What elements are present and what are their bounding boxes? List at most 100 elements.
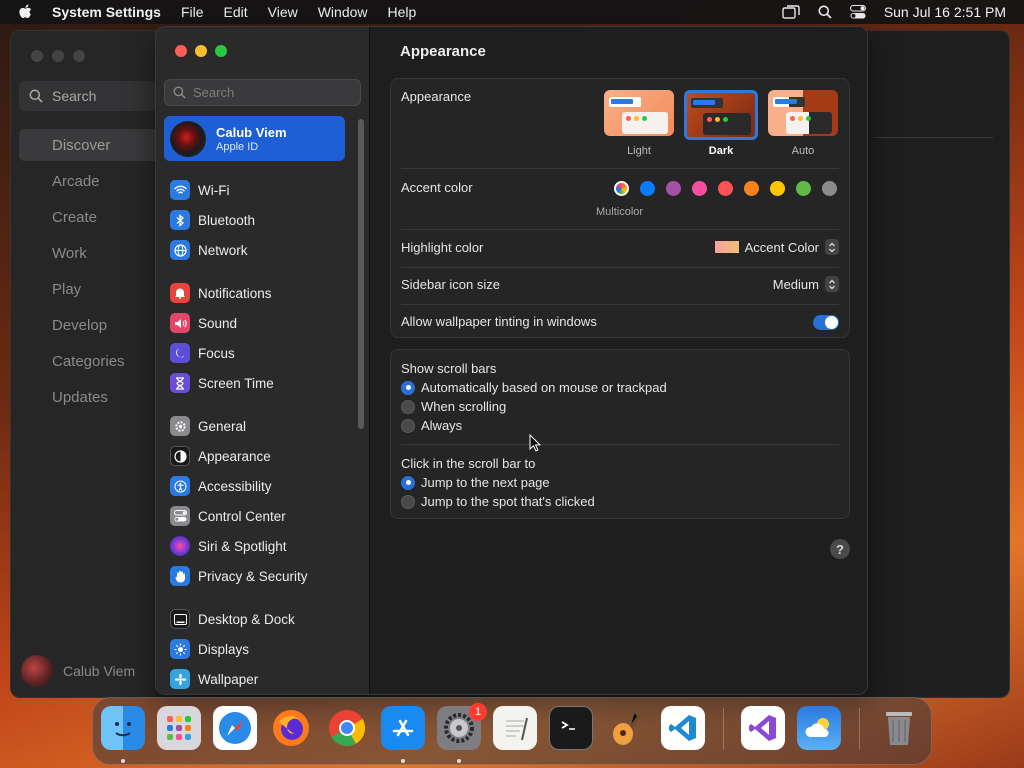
sidebar-icon-size-popup[interactable]: Medium <box>773 276 839 292</box>
appearance-dark-caption: Dark <box>708 145 734 157</box>
trash-icon[interactable] <box>877 706 921 750</box>
click-spot-radio[interactable]: Jump to the spot that's clicked <box>401 494 595 509</box>
sidebar-item-control-center[interactable]: Control Center <box>170 504 286 528</box>
divider <box>401 304 839 305</box>
control-center-icon[interactable] <box>849 5 866 19</box>
sidebar-item-general[interactable]: General <box>170 414 246 438</box>
menu-view[interactable]: View <box>268 4 298 20</box>
accent-pink-swatch[interactable] <box>692 181 707 196</box>
bg-search-field[interactable]: Search <box>19 81 169 111</box>
sidebar-item-focus[interactable]: Focus <box>170 341 235 365</box>
sidebar-item-label: Notifications <box>198 285 272 301</box>
appearance-group: Appearance Light Dark Auto Accent color … <box>390 78 850 338</box>
zoom-button[interactable] <box>215 45 227 57</box>
bg-account[interactable]: Calub Viem <box>21 655 135 687</box>
click-next-page-radio[interactable]: Jump to the next page <box>401 475 550 490</box>
sidebar-item-wifi[interactable]: Wi-Fi <box>170 178 229 202</box>
screen-mirroring-icon[interactable] <box>782 5 800 19</box>
terminal-icon[interactable] <box>549 706 593 750</box>
visual-studio-icon[interactable] <box>741 706 785 750</box>
bg-nav-updates[interactable]: Updates <box>52 389 108 406</box>
accent-blue-swatch[interactable] <box>640 181 655 196</box>
accent-yellow-swatch[interactable] <box>770 181 785 196</box>
scroll-when-scrolling-radio[interactable]: When scrolling <box>401 399 506 414</box>
bg-nav-arcade[interactable]: Arcade <box>52 173 100 190</box>
safari-icon[interactable] <box>213 706 257 750</box>
account-name: Calub Viem <box>216 124 287 140</box>
finder-icon[interactable] <box>101 706 145 750</box>
sidebar-item-bluetooth[interactable]: Bluetooth <box>170 208 255 232</box>
settings-sidebar: Search Calub Viem Apple ID Wi-Fi Bluetoo… <box>156 27 370 694</box>
bg-divider <box>873 137 993 138</box>
menu-clock[interactable]: Sun Jul 16 2:51 PM <box>884 4 1006 20</box>
highlight-color-popup[interactable]: Accent Color <box>714 239 839 255</box>
accent-graphite-swatch[interactable] <box>822 181 837 196</box>
sidebar-item-notifications[interactable]: Notifications <box>170 281 272 305</box>
show-scroll-bars-title: Show scroll bars <box>401 361 497 376</box>
highlight-color-value: Accent Color <box>744 239 819 255</box>
menu-edit[interactable]: Edit <box>224 4 248 20</box>
minimize-button[interactable] <box>195 45 207 57</box>
sidebar-item-label: Accessibility <box>198 478 272 494</box>
textedit-icon[interactable] <box>493 706 537 750</box>
menu-file[interactable]: File <box>181 4 204 20</box>
chrome-icon[interactable] <box>325 706 369 750</box>
radio-label: Jump to the spot that's clicked <box>421 494 595 509</box>
appearance-auto-option[interactable] <box>768 90 838 136</box>
sidebar-item-siri-spotlight[interactable]: Siri & Spotlight <box>170 534 287 558</box>
hourglass-icon <box>170 373 190 393</box>
accent-multicolor-caption: Multicolor <box>596 206 644 218</box>
accessibility-icon <box>170 476 190 496</box>
divider <box>401 168 839 169</box>
sidebar-item-displays[interactable]: Displays <box>170 637 249 661</box>
speaker-icon <box>170 313 190 333</box>
vscode-icon[interactable] <box>661 706 705 750</box>
close-button[interactable] <box>175 45 187 57</box>
bg-user-name: Calub Viem <box>63 663 136 679</box>
appearance-light-option[interactable] <box>604 90 674 136</box>
sidebar-item-label: Sound <box>198 315 238 331</box>
sidebar-item-apple-id[interactable]: Calub Viem Apple ID <box>164 116 345 161</box>
radio-label: Always <box>421 418 463 433</box>
wallpaper-tinting-toggle[interactable] <box>813 315 839 330</box>
wifi-icon <box>170 180 190 200</box>
sidebar-item-privacy-security[interactable]: Privacy & Security <box>170 564 308 588</box>
menu-app-name[interactable]: System Settings <box>52 4 161 20</box>
scroll-always-radio[interactable]: Always <box>401 418 462 433</box>
app-store-icon[interactable] <box>381 706 425 750</box>
bg-nav-work[interactable]: Work <box>52 245 87 262</box>
scroll-auto-radio[interactable]: Automatically based on mouse or trackpad <box>401 380 667 395</box>
bg-nav-discover[interactable]: Discover <box>52 137 110 154</box>
menu-help[interactable]: Help <box>388 4 417 20</box>
bg-nav-categories[interactable]: Categories <box>52 353 125 370</box>
sidebar-item-screen-time[interactable]: Screen Time <box>170 371 274 395</box>
help-button[interactable]: ? <box>830 539 850 559</box>
gear-icon <box>170 416 190 436</box>
menu-window[interactable]: Window <box>318 4 368 20</box>
sidebar-item-appearance[interactable]: Appearance <box>170 444 271 468</box>
sidebar-item-accessibility[interactable]: Accessibility <box>170 474 272 498</box>
accent-red-swatch[interactable] <box>718 181 733 196</box>
bg-nav-develop[interactable]: Develop <box>52 317 107 334</box>
launchpad-icon[interactable] <box>157 706 201 750</box>
garageband-icon[interactable] <box>605 706 649 750</box>
apple-menu-icon[interactable] <box>18 4 34 20</box>
settings-content: Appearance Appearance Light Dark Auto Ac… <box>370 27 867 694</box>
appearance-dark-option[interactable] <box>684 90 758 140</box>
accent-purple-swatch[interactable] <box>666 181 681 196</box>
accent-multicolor-swatch[interactable] <box>614 181 629 196</box>
accent-orange-swatch[interactable] <box>744 181 759 196</box>
weather-icon[interactable] <box>797 706 841 750</box>
sidebar-item-desktop-dock[interactable]: Desktop & Dock <box>170 607 295 631</box>
sidebar-scrollbar[interactable] <box>358 119 364 429</box>
account-sub: Apple ID <box>216 140 259 153</box>
accent-green-swatch[interactable] <box>796 181 811 196</box>
sidebar-item-wallpaper[interactable]: Wallpaper <box>170 667 258 691</box>
sidebar-search-input[interactable]: Search <box>164 79 361 106</box>
spotlight-search-icon[interactable] <box>818 5 832 19</box>
sidebar-item-network[interactable]: Network <box>170 238 248 262</box>
bg-nav-create[interactable]: Create <box>52 209 97 226</box>
bg-nav-play[interactable]: Play <box>52 281 81 298</box>
firefox-icon[interactable] <box>269 706 313 750</box>
sidebar-item-sound[interactable]: Sound <box>170 311 237 335</box>
